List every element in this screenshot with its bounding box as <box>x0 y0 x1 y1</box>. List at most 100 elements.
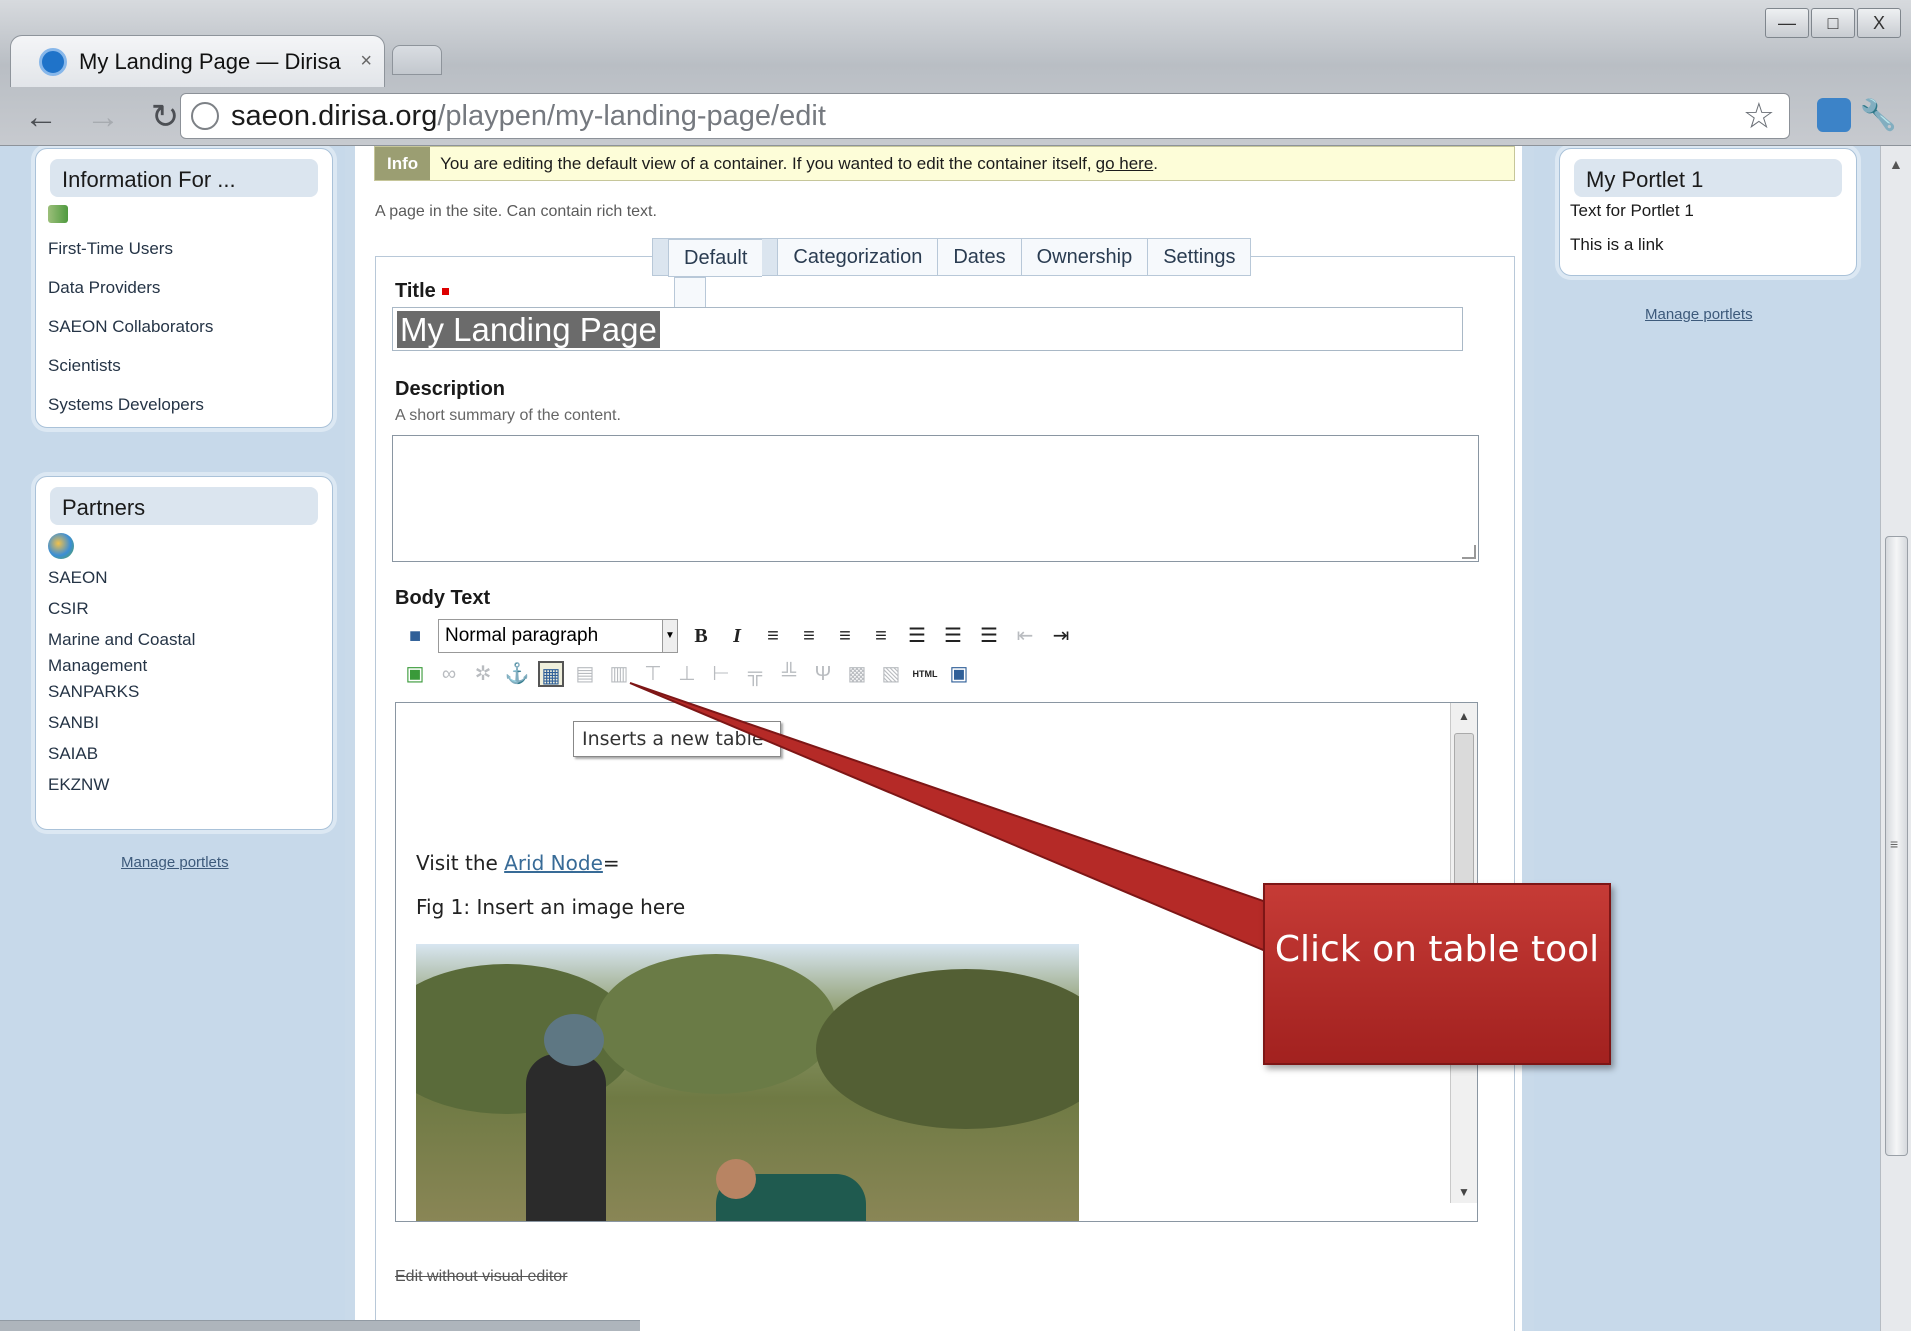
insert-row-after-icon[interactable]: ⊥ <box>674 661 700 687</box>
unlink-icon[interactable]: ✲ <box>470 661 496 687</box>
resize-grip-icon[interactable] <box>1462 545 1476 559</box>
info-badge: Info <box>375 147 431 180</box>
definition-list-icon[interactable]: ☰ <box>976 623 1002 649</box>
editor-scroll-thumb[interactable] <box>1454 733 1474 903</box>
scroll-up-icon[interactable]: ▲ <box>1889 156 1903 172</box>
save-icon[interactable]: ■ <box>402 623 428 649</box>
address-bar[interactable]: saeon.dirisa.org /playpen/my-landing-pag… <box>180 93 1790 139</box>
info-link-systems-developers[interactable]: Systems Developers <box>36 385 332 424</box>
partner-link-sanbi[interactable]: SANBI <box>36 710 332 741</box>
right-column: My Portlet 1 Text for Portlet 1 This is … <box>1534 146 1880 1331</box>
description-label: Description <box>395 378 506 400</box>
delete-col-icon[interactable]: Ψ <box>810 661 836 687</box>
partners-people-icon <box>48 533 74 559</box>
edit-without-visual-editor-link[interactable]: Edit without visual editor <box>395 1268 568 1286</box>
link-icon[interactable]: ∞ <box>436 661 462 687</box>
go-here-link[interactable]: go here <box>1096 154 1154 174</box>
fullscreen-icon[interactable]: ▣ <box>946 661 972 687</box>
title-input-value: My Landing Page <box>397 311 660 348</box>
extension-icon[interactable] <box>1817 98 1851 132</box>
bookmark-star-icon[interactable]: ☆ <box>1743 95 1775 137</box>
partner-link-ekznw[interactable]: EKZNW <box>36 772 332 803</box>
info-link-scientists[interactable]: Scientists <box>36 346 332 385</box>
main-content: Info You are editing the default view of… <box>355 146 1522 1331</box>
manage-portlets-left-link[interactable]: Manage portlets <box>121 854 229 871</box>
page-scrollbar[interactable]: ▲ ≡ <box>1880 146 1911 1331</box>
left-column: Information For ... First-Time Users Dat… <box>0 146 345 1331</box>
tab-close-icon[interactable]: × <box>360 50 372 73</box>
field-photo <box>416 944 1079 1221</box>
align-right-icon[interactable]: ≡ <box>832 623 858 649</box>
tab-categorization[interactable]: Categorization <box>777 238 938 276</box>
italic-icon[interactable]: I <box>724 623 750 649</box>
partner-link-saeon[interactable]: SAEON <box>36 565 332 596</box>
window-controls: — □ X <box>1765 8 1901 38</box>
close-window-button[interactable]: X <box>1857 8 1901 38</box>
table-row-icon[interactable]: ▤ <box>572 661 598 687</box>
insert-row-before-icon[interactable]: ⊤ <box>640 661 666 687</box>
bold-icon[interactable]: B <box>688 623 714 649</box>
merge-cells-icon[interactable]: ▩ <box>844 661 870 687</box>
numbered-list-icon[interactable]: ☰ <box>940 623 966 649</box>
paragraph-style-select[interactable]: Normal paragraph ▼ <box>438 619 678 653</box>
minimize-button[interactable]: — <box>1765 8 1809 38</box>
html-source-icon[interactable]: HTML <box>912 661 938 687</box>
justify-icon[interactable]: ≡ <box>868 623 894 649</box>
bulleted-list-icon[interactable]: ☰ <box>904 623 930 649</box>
forward-arrow-icon[interactable]: → <box>82 98 124 137</box>
anchor-icon[interactable]: ⚓ <box>504 661 530 687</box>
tab-dates[interactable]: Dates <box>937 238 1021 276</box>
description-textarea[interactable] <box>392 435 1479 562</box>
url-path: /playpen/my-landing-page/edit <box>437 99 826 132</box>
partner-link-saiab[interactable]: SAIAB <box>36 741 332 772</box>
description-help: A short summary of the content. <box>395 407 621 424</box>
maximize-button[interactable]: □ <box>1811 8 1855 38</box>
browser-tab[interactable]: My Landing Page — Dirisa × <box>10 35 385 87</box>
wrench-icon[interactable]: 🔧 <box>1860 98 1897 133</box>
tab-default[interactable]: Default <box>652 238 778 315</box>
scroll-down-icon[interactable]: ▼ <box>1458 1185 1470 1199</box>
required-marker-icon <box>441 288 449 296</box>
partner-link-sanparks[interactable]: SANPARKS <box>36 679 332 710</box>
my-portlet-link[interactable]: This is a link <box>1560 225 1856 265</box>
outdent-icon[interactable]: ⇤ <box>1012 623 1038 649</box>
info-link-saeon-collaborators[interactable]: SAEON Collaborators <box>36 307 332 346</box>
tab-ownership[interactable]: Ownership <box>1020 238 1148 276</box>
delete-row-icon[interactable]: ⊢ <box>708 661 734 687</box>
info-for-title: Information For ... <box>50 159 318 197</box>
chevron-down-icon: ▼ <box>662 619 678 653</box>
status-strip <box>0 1320 640 1331</box>
info-link-first-time-users[interactable]: First-Time Users <box>36 229 332 268</box>
person-head <box>716 1159 756 1199</box>
paragraph-style-value: Normal paragraph <box>445 625 599 646</box>
partner-link-csir[interactable]: CSIR <box>36 596 332 627</box>
info-link-data-providers[interactable]: Data Providers <box>36 268 332 307</box>
split-cells-icon[interactable]: ▧ <box>878 661 904 687</box>
info-end: . <box>1153 153 1159 173</box>
manage-portlets-right-link[interactable]: Manage portlets <box>1645 306 1753 323</box>
visit-end: = <box>602 851 620 875</box>
insert-col-before-icon[interactable]: ╦ <box>742 661 768 687</box>
info-for-list: First-Time Users Data Providers SAEON Co… <box>36 229 332 424</box>
title-input[interactable]: My Landing Page <box>392 307 1463 351</box>
info-text: You are editing the default view of a co… <box>440 153 1092 173</box>
align-left-icon[interactable]: ≡ <box>760 623 786 649</box>
indent-icon[interactable]: ⇥ <box>1048 623 1074 649</box>
new-tab-button[interactable] <box>392 45 442 75</box>
browser-toolbar: ← → ↻ saeon.dirisa.org /playpen/my-landi… <box>0 88 1911 146</box>
align-center-icon[interactable]: ≡ <box>796 623 822 649</box>
insert-table-tooltip: Inserts a new table <box>573 721 781 757</box>
insert-image-icon[interactable]: ▣ <box>402 661 428 687</box>
info-for-portlet: Information For ... First-Time Users Dat… <box>35 148 333 428</box>
scroll-up-icon[interactable]: ▲ <box>1458 709 1470 723</box>
tab-settings[interactable]: Settings <box>1147 238 1252 276</box>
back-arrow-icon[interactable]: ← <box>20 98 62 137</box>
table-col-icon[interactable]: ▥ <box>606 661 632 687</box>
insert-table-button[interactable]: ▦ <box>538 661 564 687</box>
my-portlet-text: Text for Portlet 1 <box>1570 201 1694 220</box>
arid-node-link[interactable]: Arid Node <box>504 851 603 875</box>
title-label: Title <box>395 280 449 303</box>
insert-col-after-icon[interactable]: ╩ <box>776 661 802 687</box>
editor-toolbar-row1: ■ Normal paragraph ▼ B I ≡ ≡ ≡ ≡ ☰ ☰ ☰ ⇤ … <box>402 619 1074 653</box>
partner-link-marine-coastal[interactable]: Marine and Coastal Management <box>36 627 236 679</box>
